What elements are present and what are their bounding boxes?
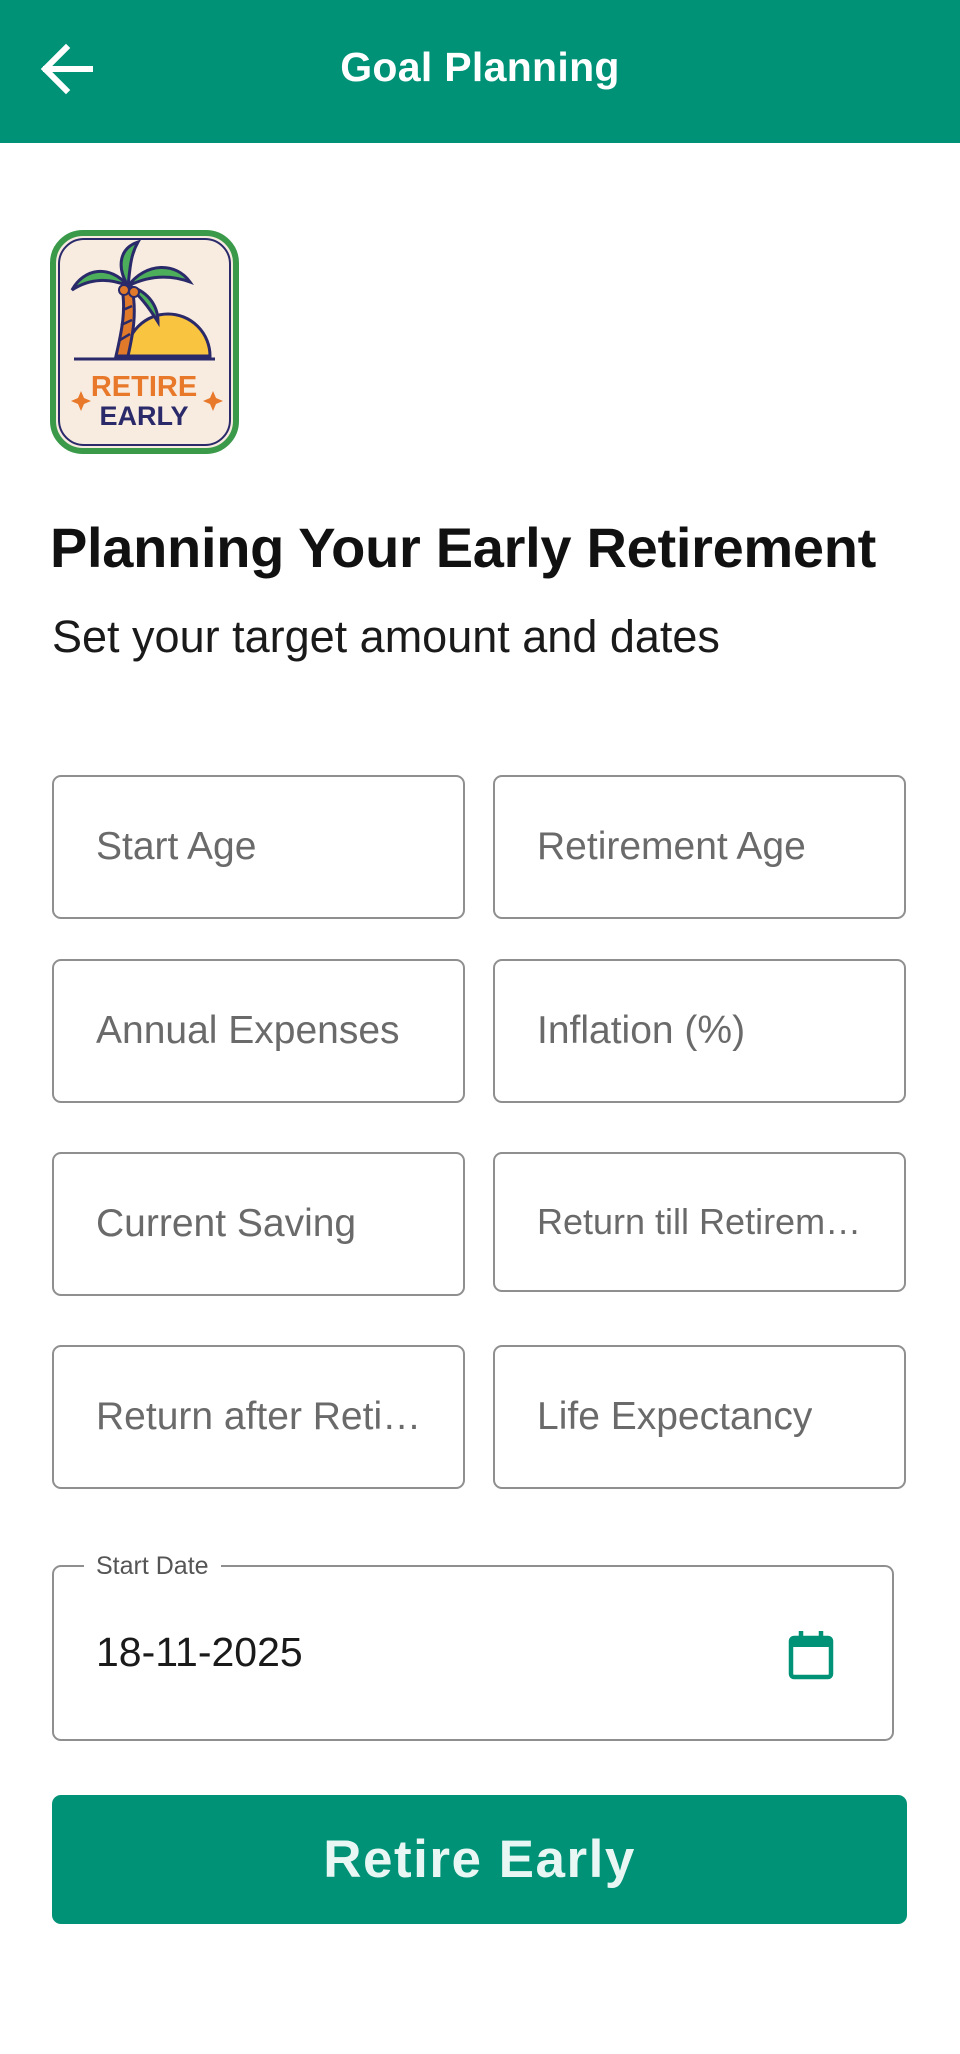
svg-text:EARLY: EARLY xyxy=(99,401,188,431)
retirement-age-placeholder: Retirement Age xyxy=(537,825,806,868)
start-date-label: Start Date xyxy=(84,1552,221,1581)
inflation-field[interactable]: Inflation (%) xyxy=(493,959,906,1103)
current-saving-placeholder: Current Saving xyxy=(96,1202,357,1245)
retirement-age-field[interactable]: Retirement Age xyxy=(493,775,906,919)
return-till-retirement-placeholder: Return till Retirem… xyxy=(537,1201,862,1242)
return-after-retirement-field[interactable]: Return after Reti… xyxy=(52,1345,465,1489)
annual-expenses-field[interactable]: Annual Expenses xyxy=(52,959,465,1103)
page-heading: Planning Your Early Retirement xyxy=(50,516,877,579)
return-after-retirement-placeholder: Return after Reti… xyxy=(96,1395,422,1438)
app-bar: Goal Planning xyxy=(0,0,960,143)
start-age-field[interactable]: Start Age xyxy=(52,775,465,919)
retire-early-logo: RETIRE EARLY xyxy=(50,230,239,454)
life-expectancy-placeholder: Life Expectancy xyxy=(537,1395,813,1438)
inflation-placeholder: Inflation (%) xyxy=(537,1009,746,1052)
svg-text:RETIRE: RETIRE xyxy=(91,371,197,403)
start-date-value: 18-11-2025 xyxy=(96,1629,303,1675)
retire-early-button[interactable]: Retire Early xyxy=(52,1795,907,1924)
start-date-field[interactable]: Start Date 18-11-2025 xyxy=(52,1552,894,1741)
page-title: Goal Planning xyxy=(340,44,620,90)
annual-expenses-placeholder: Annual Expenses xyxy=(96,1009,400,1052)
return-till-retirement-field[interactable]: Return till Retirem… xyxy=(493,1152,906,1292)
start-age-placeholder: Start Age xyxy=(96,825,257,868)
page-subheading: Set your target amount and dates xyxy=(52,611,720,662)
calendar-icon[interactable] xyxy=(787,1629,835,1681)
current-saving-field[interactable]: Current Saving xyxy=(52,1152,465,1296)
life-expectancy-field[interactable]: Life Expectancy xyxy=(493,1345,906,1489)
